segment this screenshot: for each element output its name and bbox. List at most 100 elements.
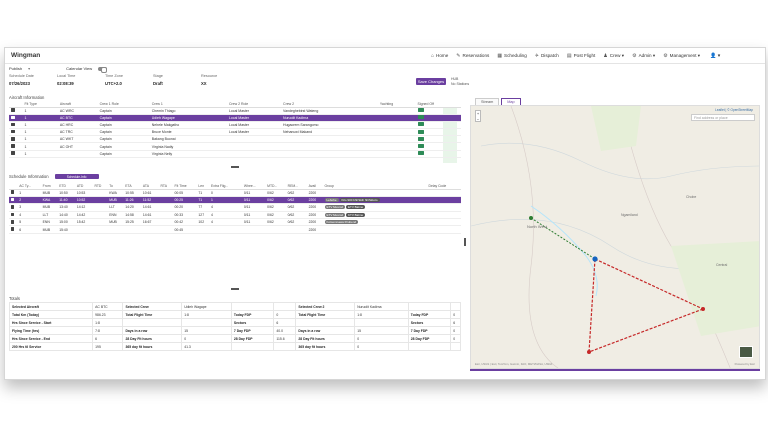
checkbox-icon[interactable] (10, 227, 14, 231)
row-checkbox[interactable] (9, 150, 23, 158)
signed-off-button[interactable] (417, 151, 424, 156)
row-checkbox[interactable] (9, 218, 18, 227)
nav-item-home[interactable]: ⌂ Home (431, 53, 448, 59)
nav-item-label: Management ▾ (669, 52, 701, 58)
row-checkbox[interactable] (9, 211, 18, 220)
schedule-info-button[interactable]: Schedule-Info (54, 174, 99, 179)
table-row[interactable]: 1 AC BTC Captain Udieh Wagape Local Master Nu… (9, 114, 461, 122)
cell (159, 218, 174, 227)
cell (159, 225, 174, 234)
delay-code-cell[interactable] (427, 189, 461, 197)
nav-item-label: Admin ▾ (638, 52, 656, 58)
checkbox-icon[interactable] (11, 108, 15, 112)
checkbox-icon[interactable] (11, 151, 15, 155)
totals-label: Hrs Since Service - Start (8, 318, 94, 327)
chevron-down-icon[interactable]: ▾ (28, 66, 30, 71)
nav-item-postflight[interactable]: ▤ Post Flight (567, 53, 595, 59)
row-checkbox[interactable] (9, 189, 18, 197)
airport-marker[interactable] (592, 256, 598, 262)
field-schedule-date: Schedule Date 07/26/2023 (9, 74, 57, 86)
row-checkbox[interactable] (9, 196, 18, 205)
calendar-view-toggle[interactable] (98, 66, 108, 73)
crew-tag[interactable]: ETV Musmd (324, 205, 346, 210)
nav-item-dispatch[interactable]: ✈ Dispatch (535, 53, 559, 59)
delay-code-cell[interactable] (427, 203, 461, 212)
signed-off-button[interactable] (417, 136, 424, 141)
signed-off-cell[interactable] (415, 114, 461, 122)
checkbox-icon[interactable] (10, 197, 14, 202)
nav-item-reservations[interactable]: ✎ Reservations (456, 53, 489, 59)
nav-item-management[interactable]: ⚙ Management ▾ (663, 53, 700, 59)
table-row[interactable]: 2 KWA 11:40 10:52 MUB 11:26 11:52 00:25 71 1 0/11 0… (9, 196, 461, 205)
basemap-toggle[interactable] (739, 346, 753, 358)
checkbox-icon[interactable] (11, 137, 15, 141)
nav-item-admin[interactable]: ⚙ Admin ▾ (632, 53, 655, 59)
map-search-input[interactable]: Find address or place (691, 114, 755, 121)
panel-splitter[interactable] (464, 238, 466, 246)
checkbox-icon[interactable] (10, 212, 14, 217)
table-row[interactable]: 4 LLT 14:40 14:42 ENN 14:58 14:61 00:33 127 4 0/11… (9, 211, 461, 220)
table-row[interactable]: 3 MUB 13:40 14:12 LLT 14:20 14:61 00:20 77 4 0/11 0… (9, 203, 461, 212)
signed-off-button[interactable] (417, 115, 424, 120)
table-row[interactable]: 1 AC HRC Captain Nehele Makgatho Local Maste… (9, 121, 461, 130)
row-checkbox[interactable] (9, 142, 23, 151)
table-row[interactable]: 6 MUB 15:40 00:45 2200 (9, 225, 461, 234)
crew-tag[interactable]: Kotsemnawa Rrubend (324, 220, 359, 225)
table-row[interactable]: 1 MUB 10:50 10:53 KWA 10:55 10:61 00:05 71 0 0/11 0… (9, 189, 461, 197)
table-row[interactable]: 1 AC WKT Captain Bakang Buonai (9, 135, 461, 144)
map-credit-link[interactable]: Leaflet | © OpenStreetMap (715, 108, 753, 112)
row-checkbox[interactable] (9, 135, 23, 144)
checkbox-icon[interactable] (10, 190, 14, 194)
crew-tag[interactable]: ETV Balme (346, 205, 366, 210)
nav-item-crew[interactable]: ♟ Crew ▾ (603, 53, 624, 59)
totals-label: Today FDP (230, 310, 275, 319)
signed-off-button[interactable] (417, 144, 424, 149)
airport-marker[interactable] (529, 216, 533, 220)
user-menu-icon[interactable]: 👤 ▾ (710, 53, 720, 59)
checkbox-icon[interactable] (10, 205, 14, 209)
signed-off-button[interactable] (417, 108, 424, 113)
table-row[interactable]: 1 Captain Virginia Nelly (9, 150, 461, 158)
crew-tag[interactable]: Lebohe (324, 198, 339, 203)
checkbox-icon[interactable] (10, 220, 14, 224)
signed-off-cell[interactable] (415, 150, 461, 158)
resize-handle[interactable] (231, 288, 239, 290)
table-row[interactable]: 5 ENN 15:00 15:42 MUB 15:25 16:67 00:42 102 4 0/11… (9, 218, 461, 227)
checkbox-icon[interactable] (11, 144, 15, 148)
row-checkbox[interactable] (9, 121, 23, 130)
nav-item-scheduling[interactable]: ▦ Scheduling (497, 53, 526, 59)
checkbox-icon[interactable] (11, 115, 15, 120)
row-checkbox[interactable] (9, 114, 23, 122)
checkbox-icon[interactable] (11, 129, 15, 134)
delay-code-cell[interactable] (427, 196, 461, 205)
checkbox-icon[interactable] (11, 122, 15, 127)
signed-off-button[interactable] (417, 122, 424, 127)
resize-handle[interactable] (231, 166, 239, 168)
delay-code-cell[interactable] (427, 218, 461, 227)
table-row[interactable]: 1 AC WRC Captain Chemin Thiago Local Master V… (9, 107, 461, 115)
cell-len: 127 (196, 211, 210, 220)
zoom-control[interactable]: + − (475, 110, 481, 122)
delay-code-cell[interactable] (427, 211, 461, 220)
airport-marker[interactable] (587, 350, 591, 354)
row-checkbox[interactable] (9, 128, 23, 137)
delay-code-cell[interactable] (427, 225, 461, 234)
table-row[interactable]: 1 AC OHT Captain Virginia Nadiy (9, 142, 461, 151)
crew-tag[interactable]: KTV Balme (346, 212, 366, 217)
row-checkbox[interactable] (9, 225, 18, 234)
table-row[interactable]: 1 AC TRC Captain Bruce Monte Local Master Neh… (9, 128, 461, 137)
signed-off-button[interactable] (417, 129, 424, 134)
signed-off-cell[interactable] (415, 121, 461, 130)
signed-off-cell[interactable] (415, 107, 461, 115)
airport-marker[interactable] (701, 307, 705, 311)
save-changes-button[interactable]: Save Changes (416, 78, 446, 85)
row-checkbox[interactable] (9, 203, 18, 212)
signed-off-cell[interactable] (415, 135, 461, 144)
map-view[interactable]: North West Ngamiland Chobe Central + − Le… (470, 105, 760, 369)
row-checkbox[interactable] (9, 107, 23, 115)
signed-off-cell[interactable] (415, 128, 461, 137)
crew-tag[interactable]: ETV Musmd (324, 212, 346, 217)
publish-dropdown[interactable]: Publish (9, 66, 22, 71)
crew-tag[interactable]: Kilo 900 bhhSkih hhtSktoto (339, 198, 380, 203)
signed-off-cell[interactable] (415, 142, 461, 151)
